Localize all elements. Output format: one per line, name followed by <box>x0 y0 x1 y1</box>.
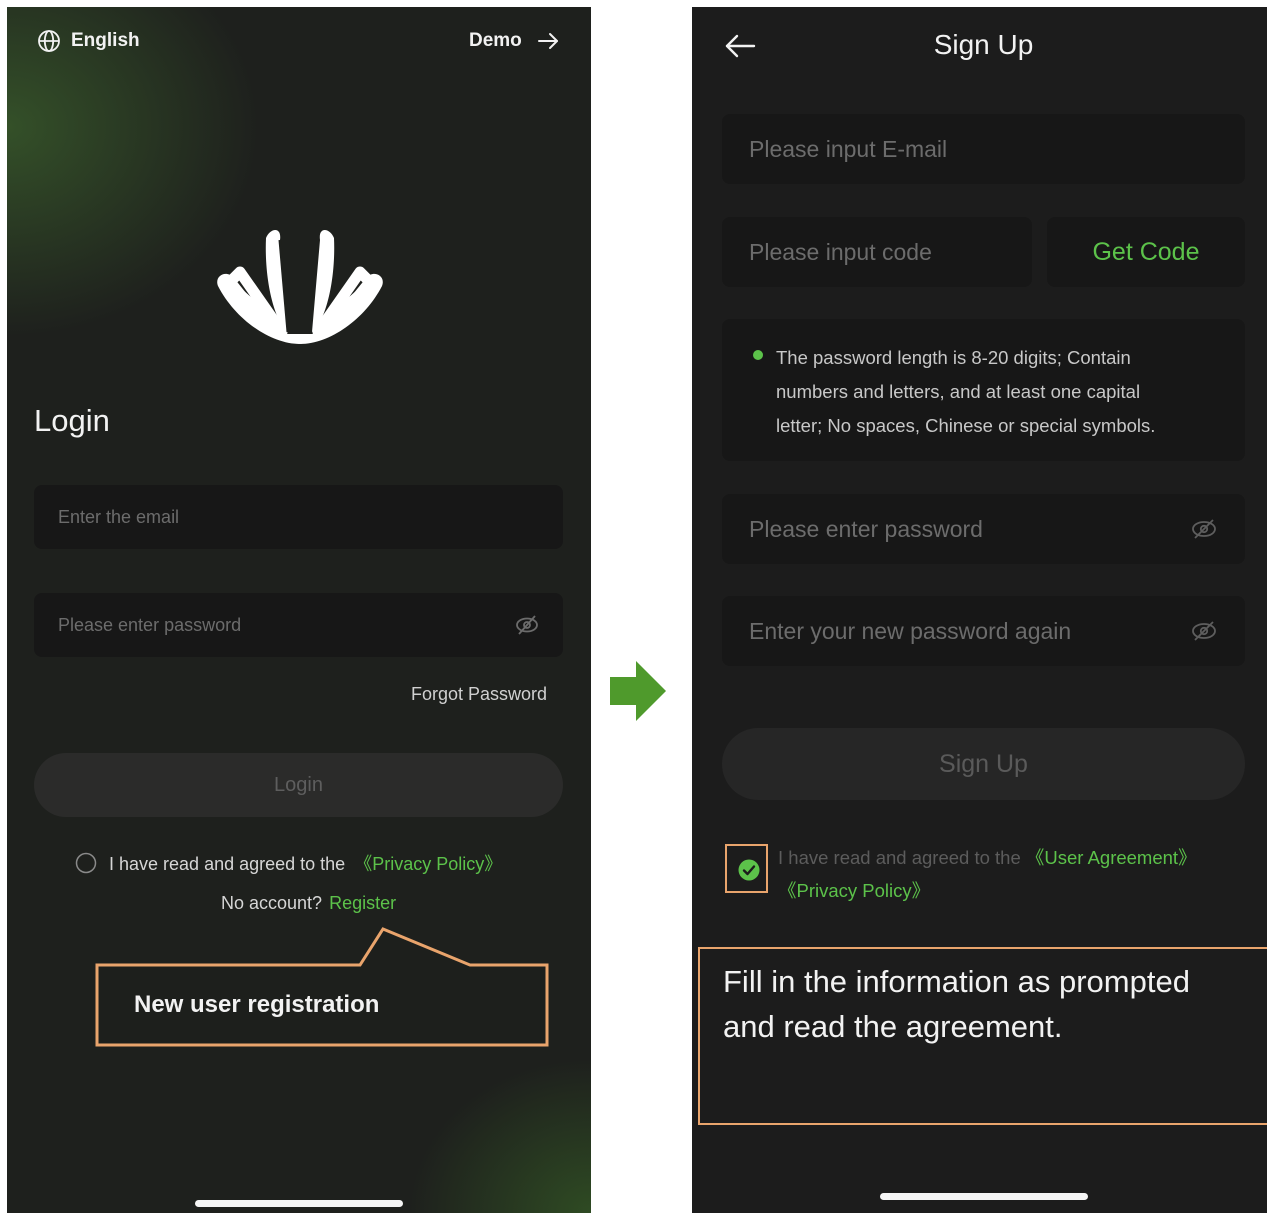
get-code-button[interactable]: Get Code <box>1047 217 1245 287</box>
password-placeholder: Please enter password <box>749 515 983 542</box>
register-callout-text: New user registration <box>134 991 380 1018</box>
password-rule-line: letter; No spaces, Chinese or special sy… <box>776 415 1156 436</box>
arrow-right-icon <box>536 29 560 53</box>
email-field[interactable]: Please input E-mail <box>722 114 1245 184</box>
code-field[interactable]: Please input code <box>722 217 1032 287</box>
page-title: Sign Up <box>933 29 1034 60</box>
flow-arrow-icon <box>608 659 668 723</box>
privacy-policy-link[interactable]: 《Privacy Policy》 <box>354 854 502 874</box>
forgot-password-link[interactable]: Forgot Password <box>411 684 547 705</box>
confirm-password-field[interactable]: Enter your new password again <box>722 596 1245 666</box>
home-indicator <box>195 1200 403 1207</box>
eye-off-icon[interactable] <box>1191 518 1217 540</box>
shell-logo-icon <box>210 214 390 354</box>
email-placeholder: Please input E-mail <box>749 135 948 162</box>
register-row: No account? Register <box>221 893 396 914</box>
agreement-text: I have read and agreed to the <box>778 847 1021 868</box>
signup-note-line: Fill in the information as prompted <box>723 964 1190 999</box>
privacy-policy-link[interactable]: 《Privacy Policy》 <box>778 880 930 901</box>
signup-note-text: Fill in the information as prompted and … <box>723 959 1190 1049</box>
password-field[interactable]: Please enter password <box>722 494 1245 564</box>
language-selector[interactable]: English <box>37 29 140 53</box>
eye-off-icon[interactable] <box>1191 620 1217 642</box>
password-rule-line: numbers and letters, and at least one ca… <box>776 381 1141 402</box>
user-agreement-link[interactable]: 《User Agreement》 <box>1026 847 1197 868</box>
password-placeholder: Please enter password <box>58 614 242 635</box>
email-placeholder: Enter the email <box>58 506 180 527</box>
signup-screen: Sign Up Please input E-mail Please input… <box>692 7 1267 1213</box>
sign-up-button[interactable]: Sign Up <box>722 728 1245 800</box>
checkbox-unchecked-icon[interactable] <box>75 852 97 874</box>
no-account-text: No account? <box>221 893 323 913</box>
status-dot-icon <box>753 350 763 360</box>
register-link[interactable]: Register <box>329 893 396 913</box>
eye-off-icon[interactable] <box>515 614 539 636</box>
login-button[interactable]: Login <box>34 753 563 817</box>
agreement-text-block: I have read and agreed to the 《User Agre… <box>778 841 1238 907</box>
password-rule-line: The password length is 8-20 digits; Cont… <box>776 347 1131 368</box>
confirm-password-placeholder: Enter your new password again <box>749 617 1072 644</box>
demo-label: Demo <box>469 30 522 51</box>
language-label: English <box>71 30 140 51</box>
signup-note-line: and read the agreement. <box>723 1009 1063 1044</box>
login-button-label: Login <box>274 773 323 796</box>
agreement-row: I have read and agreed to the 《Privacy P… <box>75 850 502 876</box>
checkbox-checked-icon[interactable] <box>738 859 760 881</box>
get-code-label: Get Code <box>1092 237 1200 266</box>
agreement-text: I have read and agreed to the <box>109 854 346 874</box>
code-placeholder: Please input code <box>749 238 932 265</box>
password-rules-box: The password length is 8-20 digits; Cont… <box>722 319 1245 461</box>
login-screen: English Demo Login Enter the email Pleas… <box>7 7 591 1213</box>
page-title: Login <box>34 403 110 438</box>
password-field[interactable]: Please enter password <box>34 593 563 657</box>
demo-link[interactable]: Demo <box>469 29 560 53</box>
home-indicator <box>880 1193 1088 1200</box>
globe-icon <box>37 29 61 53</box>
sign-up-button-label: Sign Up <box>939 749 1028 778</box>
email-field[interactable]: Enter the email <box>34 485 563 549</box>
